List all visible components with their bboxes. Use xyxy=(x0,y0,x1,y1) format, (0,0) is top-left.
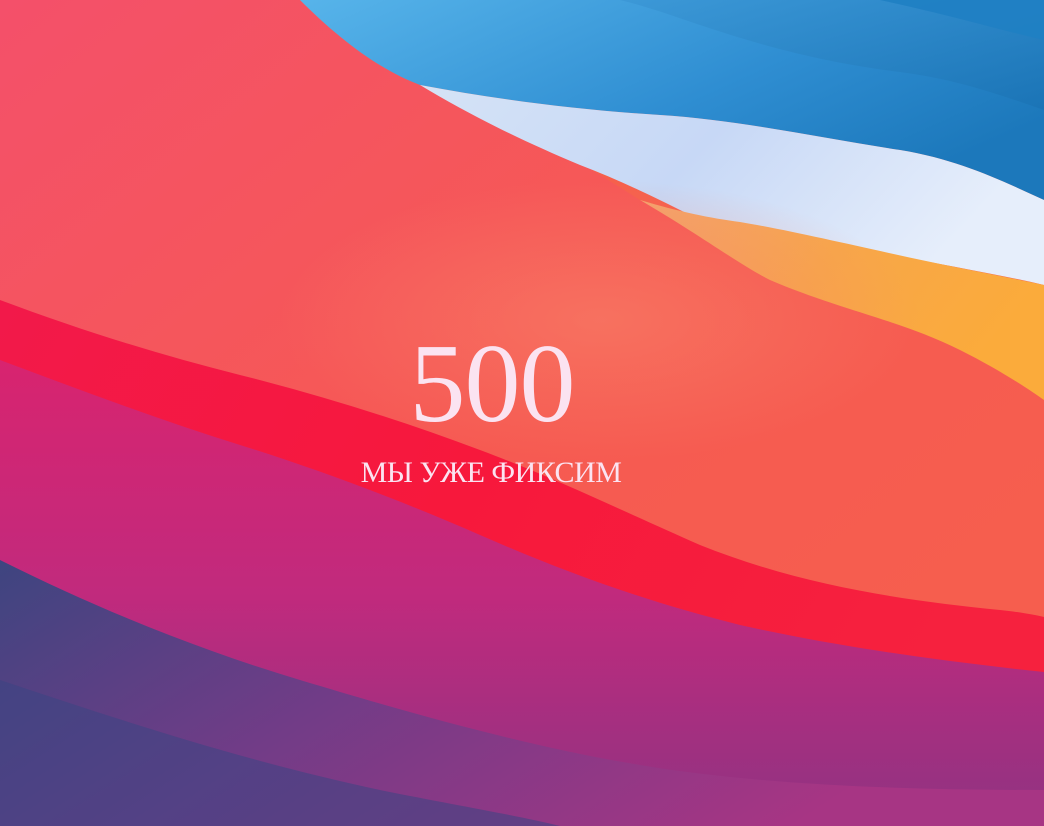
wallpaper-background xyxy=(0,0,1044,826)
